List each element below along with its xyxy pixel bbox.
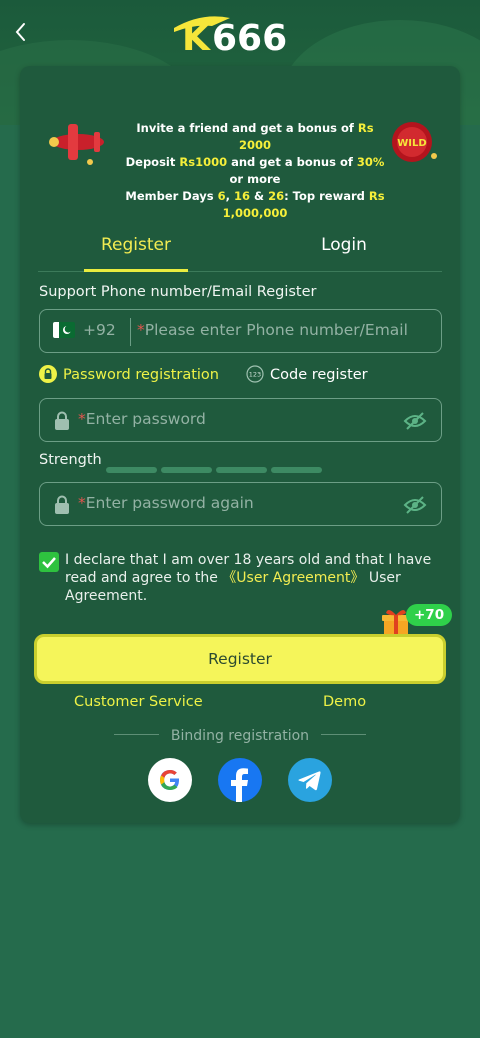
lock-icon	[55, 495, 69, 514]
google-login-button[interactable]	[148, 758, 192, 802]
lock-icon	[55, 411, 69, 430]
demo-link[interactable]: Demo	[323, 694, 366, 710]
svg-text:123: 123	[249, 371, 261, 379]
auth-tabs: Register Login	[38, 230, 442, 272]
support-label: Support Phone number/Email Register	[39, 284, 317, 300]
eye-off-icon[interactable]	[403, 411, 427, 431]
field-divider	[130, 318, 131, 346]
strength-label: Strength	[39, 452, 102, 468]
pakistan-flag-icon[interactable]	[53, 322, 75, 338]
banner-text: Invite a friend and get a bonus of Rs 20…	[125, 121, 385, 220]
numeric-code-icon: 123	[246, 365, 264, 383]
strength-bar	[216, 467, 267, 473]
airplane-icon	[49, 124, 104, 165]
wild-badge-icon: WILD	[392, 122, 437, 162]
password-again-field[interactable]: *Enter password again	[39, 482, 442, 526]
customer-service-link[interactable]: Customer Service	[74, 694, 203, 710]
svg-text:666: 666	[212, 18, 287, 56]
facebook-login-button[interactable]	[218, 758, 262, 802]
user-agreement-link[interactable]: 《User Agreement》	[222, 570, 364, 586]
strength-meter	[106, 458, 326, 477]
strength-bar	[106, 467, 157, 473]
password-registration-option[interactable]: Password registration	[39, 365, 219, 383]
password-input[interactable]: *Enter password	[78, 410, 206, 428]
chevron-left-icon	[15, 23, 25, 41]
check-icon	[42, 557, 56, 569]
k666-logo: K 666	[172, 8, 308, 59]
country-code[interactable]: +92	[83, 321, 116, 339]
svg-text:WILD: WILD	[397, 138, 426, 149]
agree-checkbox[interactable]	[39, 552, 59, 572]
facebook-icon	[231, 768, 248, 802]
strength-bar	[271, 467, 322, 473]
strength-bar	[161, 467, 212, 473]
password-field[interactable]: *Enter password	[39, 398, 442, 442]
register-card: Invite a friend and get a bonus of Rs 20…	[20, 66, 460, 823]
password-again-input[interactable]: *Enter password again	[78, 494, 254, 512]
phone-email-input[interactable]: *Please enter Phone number/Email	[137, 321, 408, 339]
lock-circle-icon	[39, 365, 57, 383]
register-button[interactable]: Register	[34, 634, 446, 684]
tab-register[interactable]: Register	[84, 230, 188, 272]
binding-registration-label: Binding registration	[20, 728, 460, 744]
telegram-login-button[interactable]	[288, 758, 332, 802]
tab-login[interactable]: Login	[294, 230, 394, 272]
telegram-icon	[298, 771, 321, 791]
google-icon	[160, 770, 180, 790]
eye-off-icon[interactable]	[403, 495, 427, 515]
code-register-option[interactable]: 123 Code register	[246, 365, 368, 383]
back-button[interactable]	[10, 18, 34, 46]
promo-banner: Invite a friend and get a bonus of Rs 20…	[46, 114, 440, 220]
agreement-text: I declare that I am over 18 years old an…	[65, 552, 432, 604]
svg-text:K: K	[182, 18, 211, 56]
phone-email-field[interactable]: +92 *Please enter Phone number/Email	[39, 309, 442, 353]
bonus-badge: +70	[406, 604, 453, 626]
